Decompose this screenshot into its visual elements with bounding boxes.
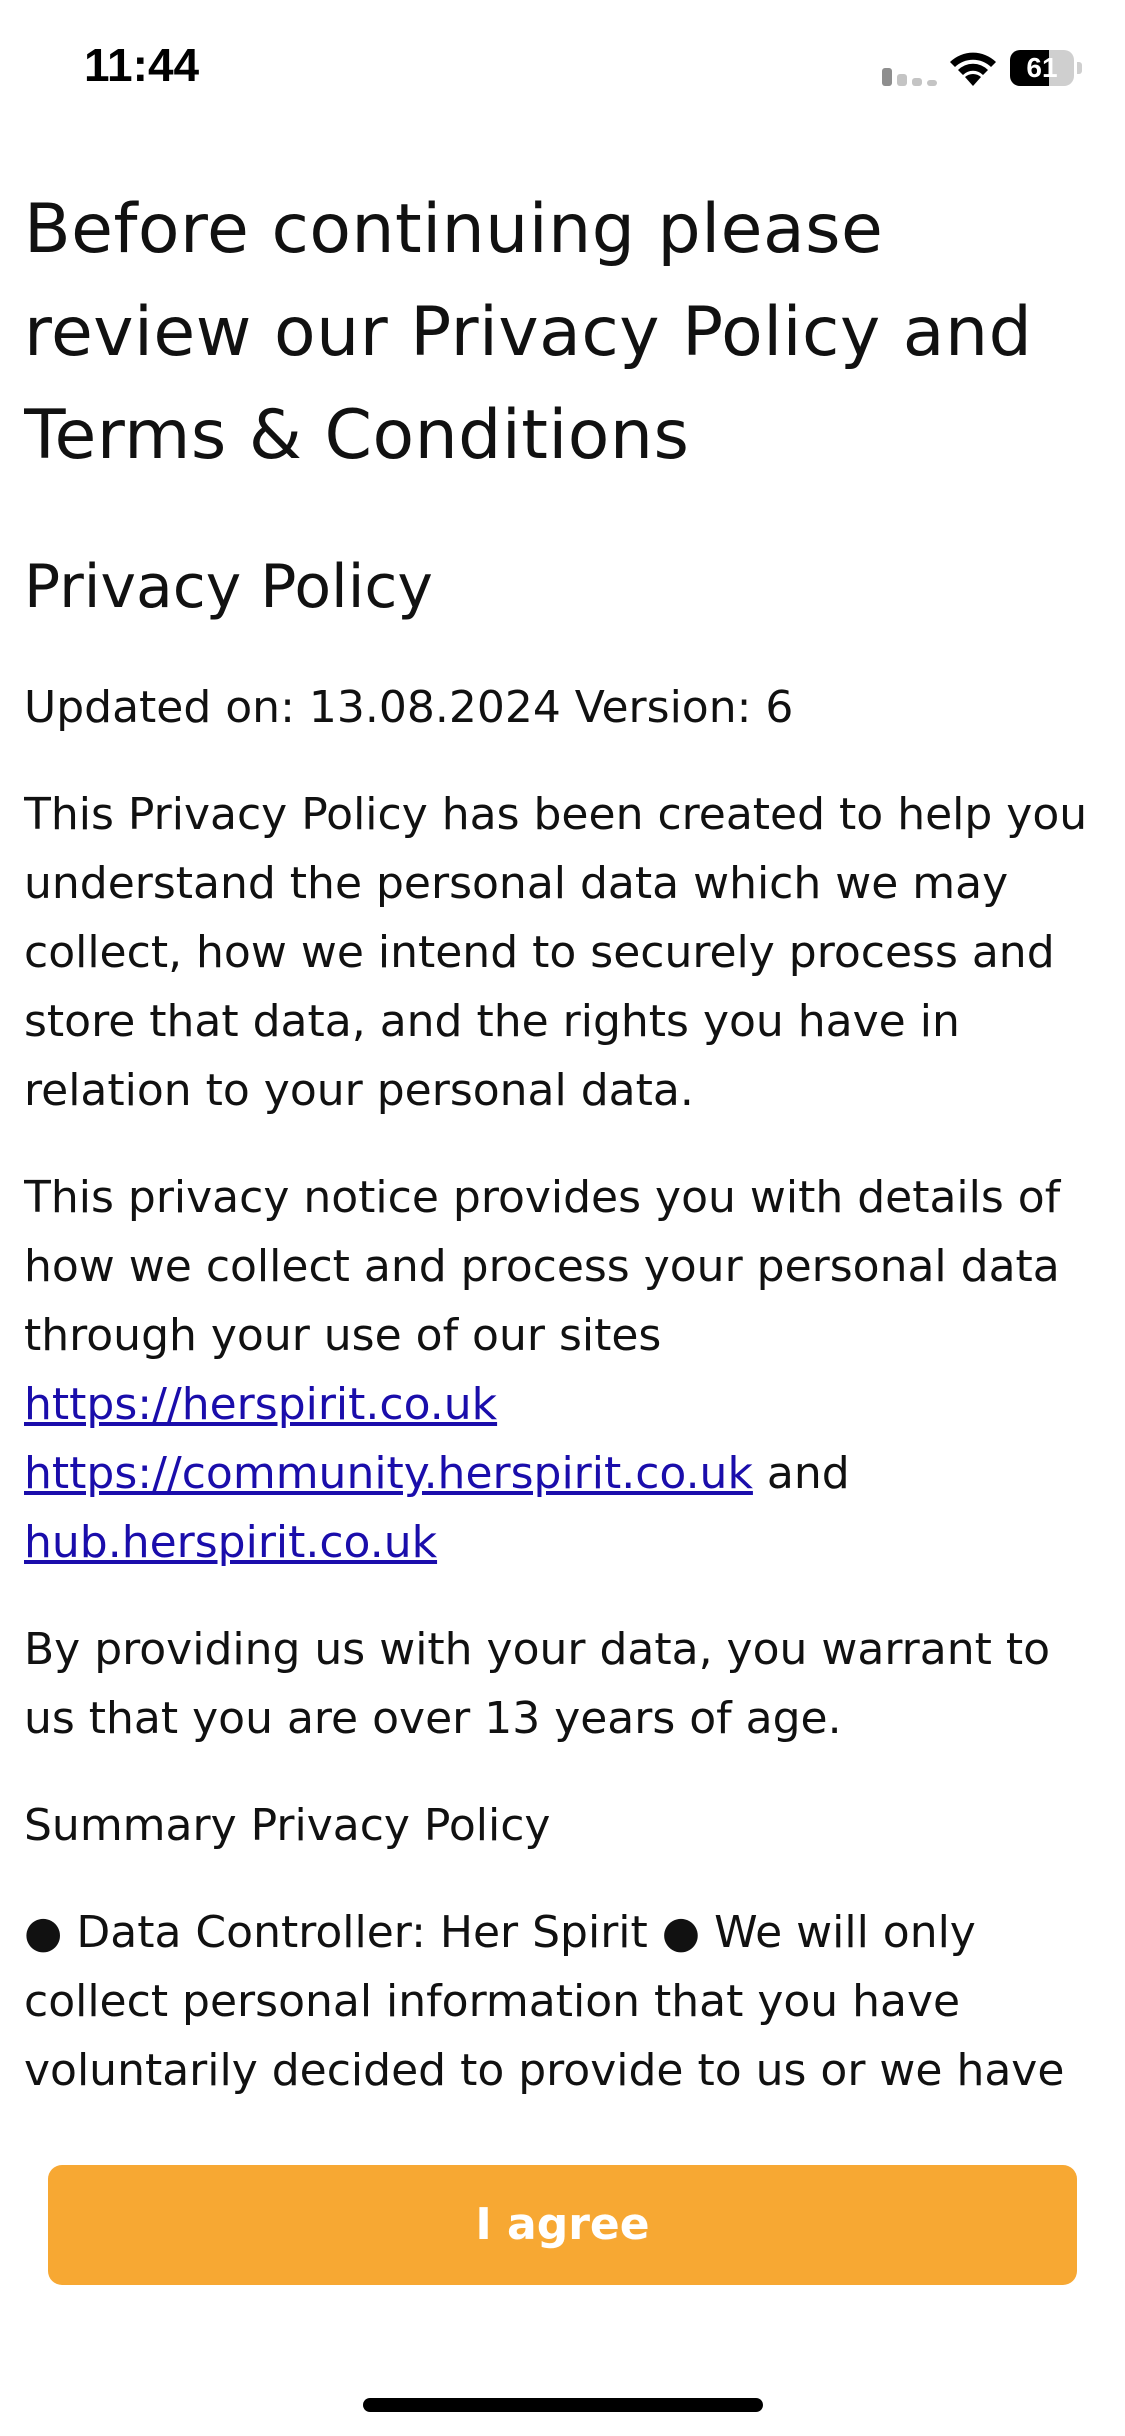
home-indicator[interactable] [363, 2398, 763, 2412]
policy-scroll-area[interactable]: Before continuing please review our Priv… [24, 178, 1109, 2120]
community-link[interactable]: https://community.herspirit.co.uk [24, 1448, 753, 1499]
footer: I agree [0, 2120, 1125, 2436]
notice-paragraph: This privacy notice provides you with de… [24, 1163, 1109, 1577]
intro-paragraph: This Privacy Policy has been created to … [24, 789, 1088, 1116]
status-bar: 11:44 61 [0, 0, 1125, 140]
battery-level: 61 [1026, 52, 1058, 83]
hub-link[interactable]: hub.herspirit.co.uk [24, 1517, 437, 1568]
agree-button[interactable]: I agree [48, 2165, 1077, 2285]
privacy-policy-heading: Privacy Policy [24, 552, 433, 622]
page-title: Before continuing please review our Priv… [24, 190, 1033, 475]
summary-paragraph: ● Data Controller: Her Spirit ● We will … [24, 1907, 1065, 2096]
battery-cap [1077, 62, 1082, 74]
summary-heading: Summary Privacy Policy [24, 1800, 551, 1851]
updated-on-text: Updated on: 13.08.2024 Version: 6 [24, 682, 794, 733]
age-warrant-paragraph: By providing us with your data, you warr… [24, 1624, 1050, 1744]
status-time: 11:44 [84, 39, 200, 91]
and-text: and [766, 1448, 850, 1499]
wifi-icon [950, 52, 996, 86]
notice-text: This privacy notice provides you with de… [24, 1172, 1061, 1361]
cellular-signal-icon [882, 68, 937, 86]
battery-icon: 61 [1010, 50, 1082, 86]
herspirit-link[interactable]: https://herspirit.co.uk [24, 1379, 497, 1430]
